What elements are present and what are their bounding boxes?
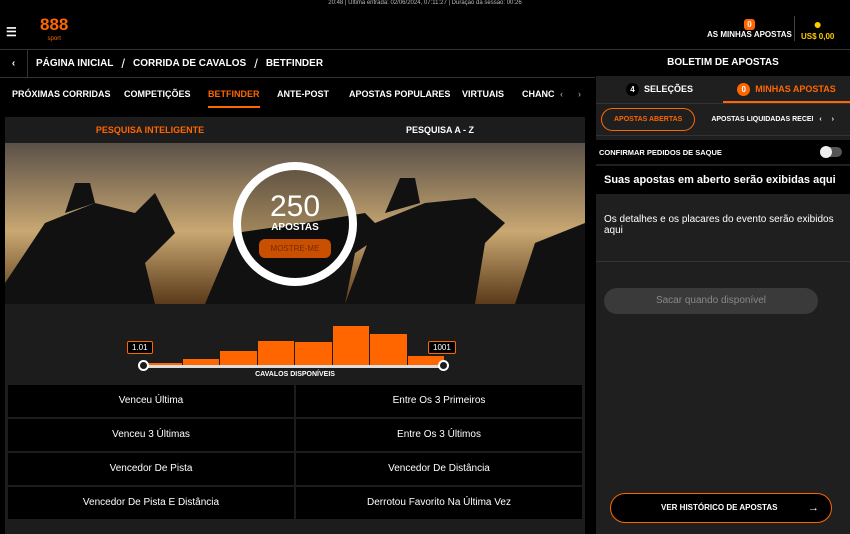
bet-history-label: VER HISTÓRICO DE APOSTAS [661,503,778,512]
tab-popular-bets[interactable]: APOSTAS POPULARES [349,88,450,100]
wallet-button[interactable]: ● US$ 0,00 [794,16,834,41]
settled-bets-button[interactable]: APOSTAS LIQUIDADAS RECENT [711,116,813,123]
confirm-cashout-toggle[interactable] [820,146,842,158]
logo-sub: sport [47,36,61,42]
slider-min-handle[interactable] [138,360,149,371]
tab-my-bets[interactable]: 0 MINHAS APOSTAS [723,76,850,103]
bet-filters: APOSTAS ABERTAS APOSTAS LIQUIDADAS RECEN… [596,104,850,136]
slider-label: CAVALOS DISPONÍVEIS [255,371,335,378]
filter-last-3[interactable]: Entre Os 3 Últimos [296,419,582,451]
selections-count: 4 [625,83,639,96]
betslip-tabs: 4 SELEÇÕES 0 MINHAS APOSTAS [596,76,850,104]
bet-count-circle: 250 APOSTAS MOSTRE-ME [233,162,357,286]
open-bets-button[interactable]: APOSTAS ABERTAS [601,108,696,131]
filter-won-last[interactable]: Venceu Última [8,385,294,417]
confirm-cashout-row: CONFIRMAR PEDIDOS DE SAQUE [596,140,850,164]
search-tabs: PESQUISA INTELIGENTE PESQUISA A - Z [5,117,585,143]
tab-chances[interactable]: CHANC [522,88,555,100]
tab-smart-search[interactable]: PESQUISA INTELIGENTE [5,117,295,143]
my-bets-tab-label: MINHAS APOSTAS [755,84,836,94]
arrow-right-icon: → [808,502,819,514]
tab-competitions[interactable]: COMPETIÇÕES [124,88,191,100]
my-bets-tab-count: 0 [737,83,751,96]
top-bar: ☰ 888 sport 0 AS MINHAS APOSTAS ● US$ 0,00 [0,7,850,50]
slider-max-handle[interactable] [438,360,449,371]
bet-count: 250 [269,190,321,223]
user-icon: ● [813,16,822,32]
my-bets-label: AS MINHAS APOSTAS [707,30,792,39]
crumb-sep: / [254,56,258,71]
filters-next-icon[interactable]: › [832,116,834,123]
empty-bets-message: Suas apostas em aberto serão exibidas aq… [596,166,850,194]
tab-betfinder[interactable]: BETFINDER [208,88,260,108]
tab-ante-post[interactable]: ANTE-POST [277,88,329,100]
logo[interactable]: 888 sport [40,16,68,47]
filter-top-3[interactable]: Entre Os 3 Primeiros [296,385,582,417]
menu-search-icon[interactable]: ☰ [6,25,17,39]
back-icon[interactable]: ‹ [0,49,28,78]
confirm-cashout-label: CONFIRMAR PEDIDOS DE SAQUE [599,147,722,157]
filter-won-last-3[interactable]: Venceu 3 Últimas [8,419,294,451]
slider-min-label: 1.01 [127,341,153,354]
betfinder-card: PESQUISA INTELIGENTE PESQUISA A - Z 250 … [5,117,585,534]
session-status: 20:48 | Última entrada: 02/06/2024, 07:1… [328,0,522,6]
filter-distance-winner[interactable]: Vencedor De Distância [296,453,582,485]
selections-label: SELEÇÕES [643,84,693,94]
histogram-bar [220,351,257,366]
bet-history-button[interactable]: VER HISTÓRICO DE APOSTAS → [610,493,832,523]
filter-course-distance-winner[interactable]: Vencedor De Pista E Distância [8,487,294,519]
filter-grid: Venceu Última Entre Os 3 Primeiros Vence… [8,385,582,519]
filters-prev-icon[interactable]: ‹ [819,116,821,123]
odds-slider: 1.01 1001 CAVALOS DISPONÍVEIS [5,304,585,384]
cashout-button[interactable]: Sacar quando disponível [604,288,818,314]
breadcrumb: ‹ PÁGINA INICIAL / CORRIDA DE CAVALOS / … [0,49,595,78]
nav-prev-icon[interactable]: ‹ [560,88,563,100]
tab-a-z-search[interactable]: PESQUISA A - Z [295,117,585,143]
betslip-title: BOLETIM DE APOSTAS [596,50,850,76]
tab-virtuals[interactable]: VIRTUAIS [462,88,504,100]
histogram-bar [257,341,294,366]
bet-count-label: APOSTAS [271,222,319,233]
filter-course-winner[interactable]: Vencedor De Pista [8,453,294,485]
filter-beat-favourite[interactable]: Derrotou Favorito Na Última Vez [296,487,582,519]
crumb-sep: / [121,56,126,71]
tab-next-races[interactable]: PRÓXIMAS CORRIDAS [12,88,111,100]
my-bets-button[interactable]: 0 AS MINHAS APOSTAS [707,19,792,39]
hero-banner: 250 APOSTAS MOSTRE-ME [5,143,585,304]
nav-tabs: PRÓXIMAS CORRIDAS COMPETIÇÕES BETFINDER … [0,78,595,110]
slider-track [143,365,443,368]
betslip-panel: BOLETIM DE APOSTAS 4 SELEÇÕES 0 MINHAS APO… [596,50,850,534]
histogram-bar [370,334,407,366]
histogram-bar [332,326,369,366]
show-me-button[interactable]: MOSTRE-ME [258,239,332,258]
crumb-betfinder: BETFINDER [265,58,324,69]
my-bets-count: 0 [744,19,755,30]
tab-selections[interactable]: 4 SELEÇÕES [596,76,723,103]
histogram [145,324,445,366]
histogram-bar [295,342,332,366]
balance: US$ 0,00 [801,32,835,41]
crumb-horse-racing[interactable]: CORRIDA DE CAVALOS [133,58,246,69]
details-message: Os detalhes e os placares do evento serã… [596,194,850,262]
crumb-home[interactable]: PÁGINA INICIAL [36,58,113,69]
slider-max-label: 1001 [428,341,456,354]
nav-next-icon[interactable]: › [578,88,581,100]
